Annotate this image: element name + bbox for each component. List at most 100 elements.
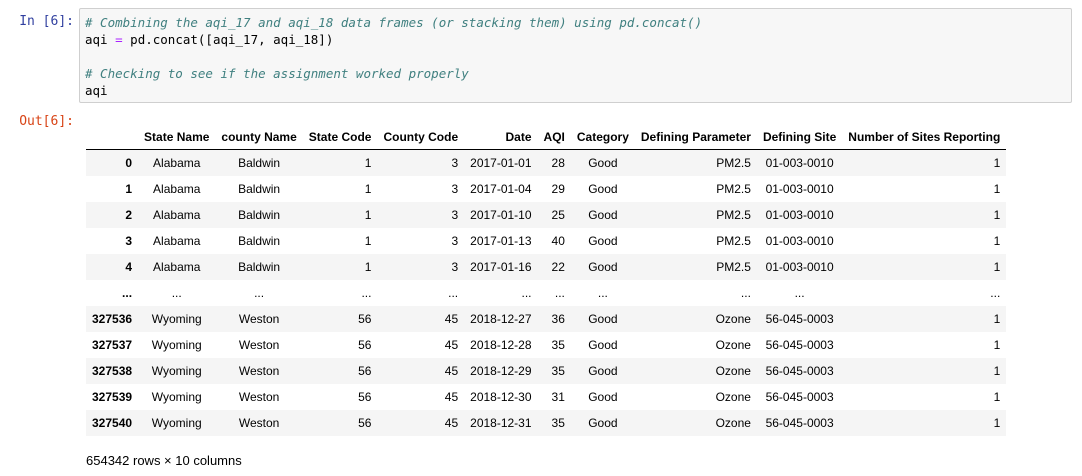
table-cell: 1 <box>993 156 1001 170</box>
table-cell: 2017-01-04 <box>470 182 532 196</box>
table-cell: 22 <box>551 260 565 274</box>
table-cell: 40 <box>551 234 565 248</box>
table-row: 2 Alabama Baldwin 1 3 2017-01-10 25 Good PM2.5 01… <box>86 202 1007 228</box>
code-line: aqi = pd.concat([aqi_17, aqi_18]) <box>85 31 1071 48</box>
table-cell: Ozone <box>715 364 751 378</box>
code-comment: # Checking to see if the assignment work… <box>85 66 469 81</box>
table-cell: ... <box>990 286 1001 300</box>
table-cell: 2018-12-29 <box>470 364 532 378</box>
table-cell: 2017-01-10 <box>470 208 532 222</box>
input-prompt: In [6]: <box>19 14 74 29</box>
table-cell: 1 <box>993 182 1001 196</box>
table-cell: Good <box>588 390 618 404</box>
table-cell: 2018-12-28 <box>470 338 532 352</box>
table-cell: Wyoming <box>151 364 202 378</box>
table-cell: 3 <box>451 182 459 196</box>
table-cell: 1 <box>993 234 1001 248</box>
table-cell: 56 <box>358 338 372 352</box>
table-cell: 45 <box>444 338 459 352</box>
table-cell: PM2.5 <box>716 260 751 274</box>
table-row: 327539 Wyoming Weston 56 45 2018-12-30 31 Good O… <box>86 384 1006 410</box>
table-cell: Wyoming <box>151 338 202 352</box>
table-cell: 29 <box>551 182 565 196</box>
table-cell: Good <box>588 260 618 274</box>
table-cell: 56 <box>358 416 372 430</box>
table-cell: 2018-12-30 <box>470 390 532 404</box>
table-cell: PM2.5 <box>716 234 751 248</box>
table-cell: Baldwin <box>238 208 281 222</box>
dataframe-table: State Name county Name State Code County… <box>86 124 1007 436</box>
table-cell: Alabama <box>153 260 201 274</box>
table-cell: 35 <box>551 416 565 430</box>
table-cell: Ozone <box>715 338 751 352</box>
table-cell: ... <box>597 286 608 300</box>
table-cell: Good <box>588 338 618 352</box>
table-cell: Baldwin <box>238 234 281 248</box>
table-cell: Good <box>588 416 618 430</box>
column-header: State Code <box>302 124 378 150</box>
code-token: aqi <box>85 32 116 47</box>
table-cell: 31 <box>551 390 565 404</box>
table-cell: Wyoming <box>151 416 202 430</box>
table-cell: Good <box>588 208 618 222</box>
table-cell: 45 <box>444 390 459 404</box>
row-index: ... <box>122 286 133 300</box>
table-cell: 1 <box>993 338 1001 352</box>
table-cell: Good <box>588 182 618 196</box>
table-cell: 1 <box>364 156 372 170</box>
table-cell: Alabama <box>153 156 201 170</box>
output-area: State Name county Name State Code County… <box>86 124 1007 436</box>
index-header <box>86 124 139 150</box>
table-cell: 56 <box>358 390 372 404</box>
table-cell: 3 <box>451 208 459 222</box>
dataframe-shape: 654342 rows × 10 columns <box>86 453 242 468</box>
table-cell: 01-003-0010 <box>765 234 834 248</box>
table-cell: Weston <box>238 338 280 352</box>
table-cell: Wyoming <box>151 312 202 326</box>
table-cell: 56-045-0003 <box>765 364 834 378</box>
table-cell: 56 <box>358 312 372 326</box>
table-cell: 45 <box>444 364 459 378</box>
column-header: County Code <box>377 124 465 150</box>
code-cell-editor[interactable]: # Combining the aqi_17 and aqi_18 data f… <box>79 8 1072 103</box>
table-cell: PM2.5 <box>716 156 751 170</box>
table-cell: 2018-12-31 <box>470 416 532 430</box>
code-comment: # Combining the aqi_17 and aqi_18 data f… <box>85 15 703 30</box>
table-cell: Wyoming <box>151 390 202 404</box>
code-token: pd.concat([aqi_17, aqi_18]) <box>122 32 334 47</box>
table-cell: 1 <box>993 312 1001 326</box>
ellipsis-row: ................................. <box>86 280 1006 306</box>
table-cell: 1 <box>993 416 1001 430</box>
table-cell: Ozone <box>715 312 751 326</box>
row-index: 327537 <box>92 338 133 352</box>
row-index: 2 <box>125 208 133 222</box>
table-cell: PM2.5 <box>716 208 751 222</box>
table-cell: Ozone <box>715 416 751 430</box>
table-cell: Good <box>588 312 618 326</box>
table-cell: ... <box>521 286 532 300</box>
table-cell: Alabama <box>153 208 201 222</box>
table-cell: 1 <box>364 234 372 248</box>
table-cell: 1 <box>364 182 372 196</box>
table-cell: Alabama <box>153 182 201 196</box>
table-cell: Good <box>588 156 618 170</box>
table-cell: 1 <box>993 260 1001 274</box>
table-cell: 1 <box>993 364 1001 378</box>
table-cell: Good <box>588 234 618 248</box>
table-row: 0 Alabama Baldwin 1 3 2017-01-01 28 Good PM2.5 01… <box>86 149 1007 176</box>
column-header: Number of Sites Reporting <box>842 124 1007 150</box>
table-cell: 25 <box>551 208 565 222</box>
table-cell: 1 <box>993 390 1001 404</box>
column-header: State Name <box>138 124 216 150</box>
table-cell: Ozone <box>715 390 751 404</box>
row-index: 3 <box>125 234 133 248</box>
table-cell: ... <box>448 286 459 300</box>
table-cell: ... <box>171 286 182 300</box>
table-cell: 45 <box>444 416 459 430</box>
column-header: county Name <box>215 124 303 150</box>
table-cell: ... <box>740 286 751 300</box>
table-cell: 56-045-0003 <box>765 416 834 430</box>
row-index: 0 <box>125 156 133 170</box>
column-header: Defining Site <box>756 124 843 150</box>
